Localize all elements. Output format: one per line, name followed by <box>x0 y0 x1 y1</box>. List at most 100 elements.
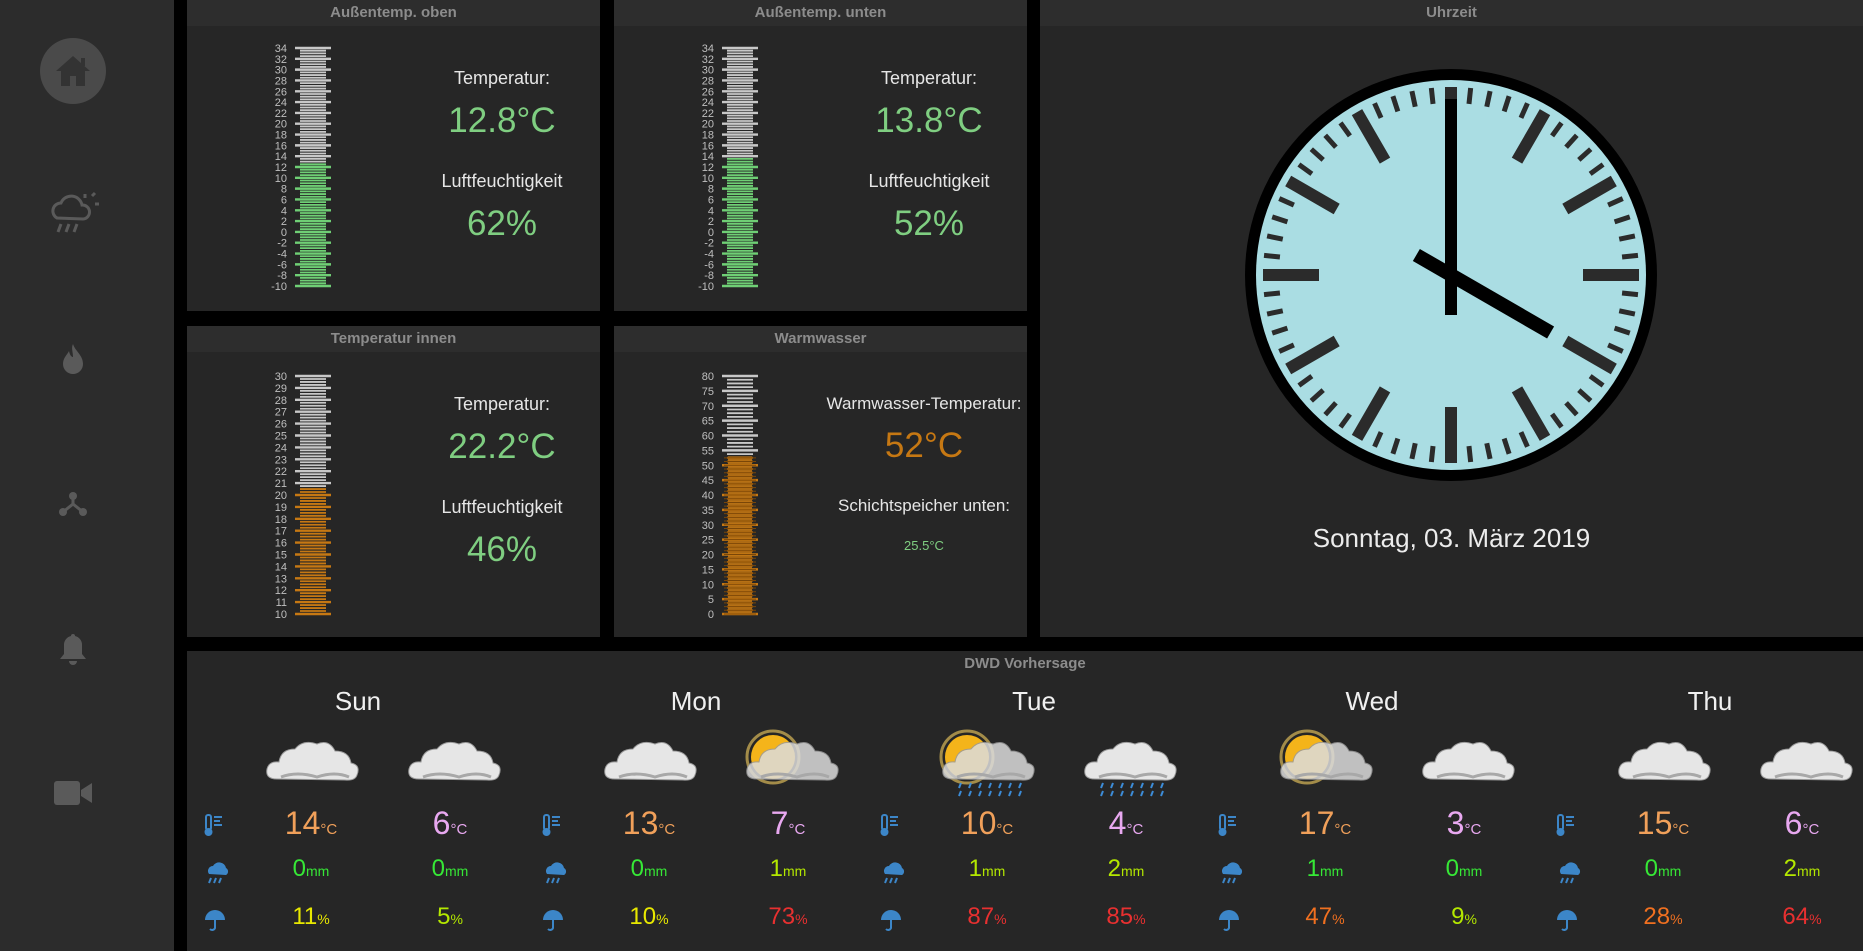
clock-minute-mark <box>1263 290 1281 298</box>
hot-water-temperature-value: 52°C <box>884 426 964 465</box>
flame-icon <box>63 344 83 374</box>
forecast-rain-amount: 2mm <box>1752 855 1852 883</box>
panel-hot-water: Warmwasser 80 75 70 65 60 55 50 45 40 35 30 25 20 15 1… <box>614 326 1027 637</box>
scale-tick-label: 70 <box>702 401 714 413</box>
sun-cloud-rain-icon <box>933 727 1043 802</box>
cloud-icon <box>399 727 509 802</box>
cloud-icon <box>1609 727 1719 802</box>
umbrella-icon <box>879 909 903 938</box>
unit: % <box>1332 911 1345 927</box>
value: 7 <box>770 805 789 841</box>
temperature-label: Temperatur: <box>453 68 551 88</box>
value: 85 <box>1106 903 1134 930</box>
nav-network[interactable] <box>40 470 106 536</box>
forecast-rain-amount: 0mm <box>400 855 500 883</box>
scale-tick-label: 30 <box>275 371 287 383</box>
nav-camera[interactable] <box>40 760 106 826</box>
clock-minute-mark <box>1618 233 1636 242</box>
scale-tick-label: 20 <box>275 490 287 502</box>
value: 10 <box>629 903 657 930</box>
rain-amount-icon <box>1555 862 1583 891</box>
clock-minute-mark <box>1618 308 1636 317</box>
nav-home[interactable] <box>40 38 106 104</box>
unit: mm <box>783 863 807 879</box>
cloud-icon <box>257 727 367 802</box>
scale-tick-label: 25 <box>275 431 287 443</box>
scale-tick-label: 15 <box>275 550 287 562</box>
scale-tick-label: 35 <box>702 505 714 517</box>
humidity-label: Luftfeuchtigkeit <box>441 497 563 517</box>
temperature-value: 22.2°C <box>448 427 556 466</box>
forecast-rain-probability: 87% <box>937 903 1037 931</box>
nav-alarm[interactable] <box>40 616 106 682</box>
clock-minute-mark <box>1466 87 1474 105</box>
unit: °C <box>1464 821 1482 838</box>
forecast-rain-probability: 64% <box>1752 903 1852 931</box>
panel-outdoor-top: Außentemp. oben 34 32 30 28 26 24 22 20 18 16 14 12… <box>187 0 600 311</box>
scale-tick-label: 23 <box>275 454 287 466</box>
forecast-rain-probability: 5% <box>400 903 500 931</box>
cloud-icon <box>1413 727 1523 802</box>
unit: mm <box>644 863 668 879</box>
scale-tick-label: 12 <box>275 585 287 597</box>
thermometer-scale: 3029282726252423222120191817161514131211… <box>275 371 331 621</box>
forecast-rain-amount: 0mm <box>1414 855 1514 883</box>
nav-heating[interactable] <box>40 326 106 392</box>
date-label: Sonntag, 03. März 2019 <box>1312 523 1591 553</box>
value: 0 <box>1445 855 1460 882</box>
value: 4 <box>1108 805 1127 841</box>
panel-indoor: Temperatur innen 30 29 28 27 26 25 24 23 22 21 20 1… <box>187 326 600 637</box>
unit: mm <box>1658 863 1682 879</box>
cloud-icon <box>1751 727 1861 802</box>
unit: °C <box>788 821 806 838</box>
value: 1 <box>1306 855 1321 882</box>
thermometer-icon <box>203 813 225 842</box>
scale-tick-label: 18 <box>275 514 287 526</box>
forecast-rain-probability: 10% <box>599 903 699 931</box>
humidity-value: 52% <box>893 204 965 243</box>
unit: mm <box>1797 863 1821 879</box>
value: 28 <box>1643 903 1671 930</box>
forecast-rain-amount: 1mm <box>1275 855 1375 883</box>
forecast-rain-amount: 0mm <box>1613 855 1713 883</box>
value: 2 <box>1783 855 1798 882</box>
forecast-day-label: Thu <box>1687 686 1733 716</box>
unit: mm <box>306 863 330 879</box>
forecast-rain-probability: 28% <box>1613 903 1713 931</box>
value: 6 <box>1784 805 1803 841</box>
value: 14 <box>284 805 321 841</box>
temperature-label: Temperatur: <box>453 394 551 414</box>
unit: mm <box>1121 863 1145 879</box>
hot-water-temperature-label: Warmwasser-Temperatur: <box>826 394 1022 413</box>
humidity-label: Luftfeuchtigkeit <box>868 171 990 191</box>
unit: mm <box>982 863 1006 879</box>
value: 1 <box>968 855 983 882</box>
value: 17 <box>1298 805 1335 841</box>
thermometer-scale: 80757065605550454035302520151050 <box>702 371 758 621</box>
scale-tick-label: 16 <box>275 538 287 550</box>
scale-tick-label: 28 <box>275 395 287 407</box>
unit: °C <box>1672 821 1690 838</box>
clock-minute-mark <box>1466 445 1474 463</box>
umbrella-icon <box>1555 909 1579 938</box>
scale-tick-label: 50 <box>702 460 714 472</box>
cloud-rain-sun-icon <box>51 191 99 233</box>
temperature-value: 12.8°C <box>448 101 556 140</box>
nav-weather[interactable] <box>40 180 106 246</box>
value: 73 <box>768 903 796 930</box>
unit: °C <box>658 821 676 838</box>
network-icon <box>59 492 87 516</box>
clock-minute-mark <box>1484 442 1493 460</box>
forecast-day-label: Wed <box>1345 686 1399 716</box>
value: 3 <box>1446 805 1465 841</box>
forecast-temperature: 15°C <box>1613 805 1713 842</box>
clock-minute-mark <box>1266 308 1284 317</box>
forecast-temperature: 3°C <box>1414 805 1514 842</box>
forecast-day-label: Sun <box>334 686 382 716</box>
scale-tick-label: 75 <box>702 386 714 398</box>
analog-clock <box>1245 69 1657 481</box>
unit: % <box>1809 911 1822 927</box>
scale-tick-label: 0 <box>708 609 714 621</box>
scale-tick-label: 22 <box>275 466 287 478</box>
scale-tick-label: 11 <box>276 597 287 609</box>
